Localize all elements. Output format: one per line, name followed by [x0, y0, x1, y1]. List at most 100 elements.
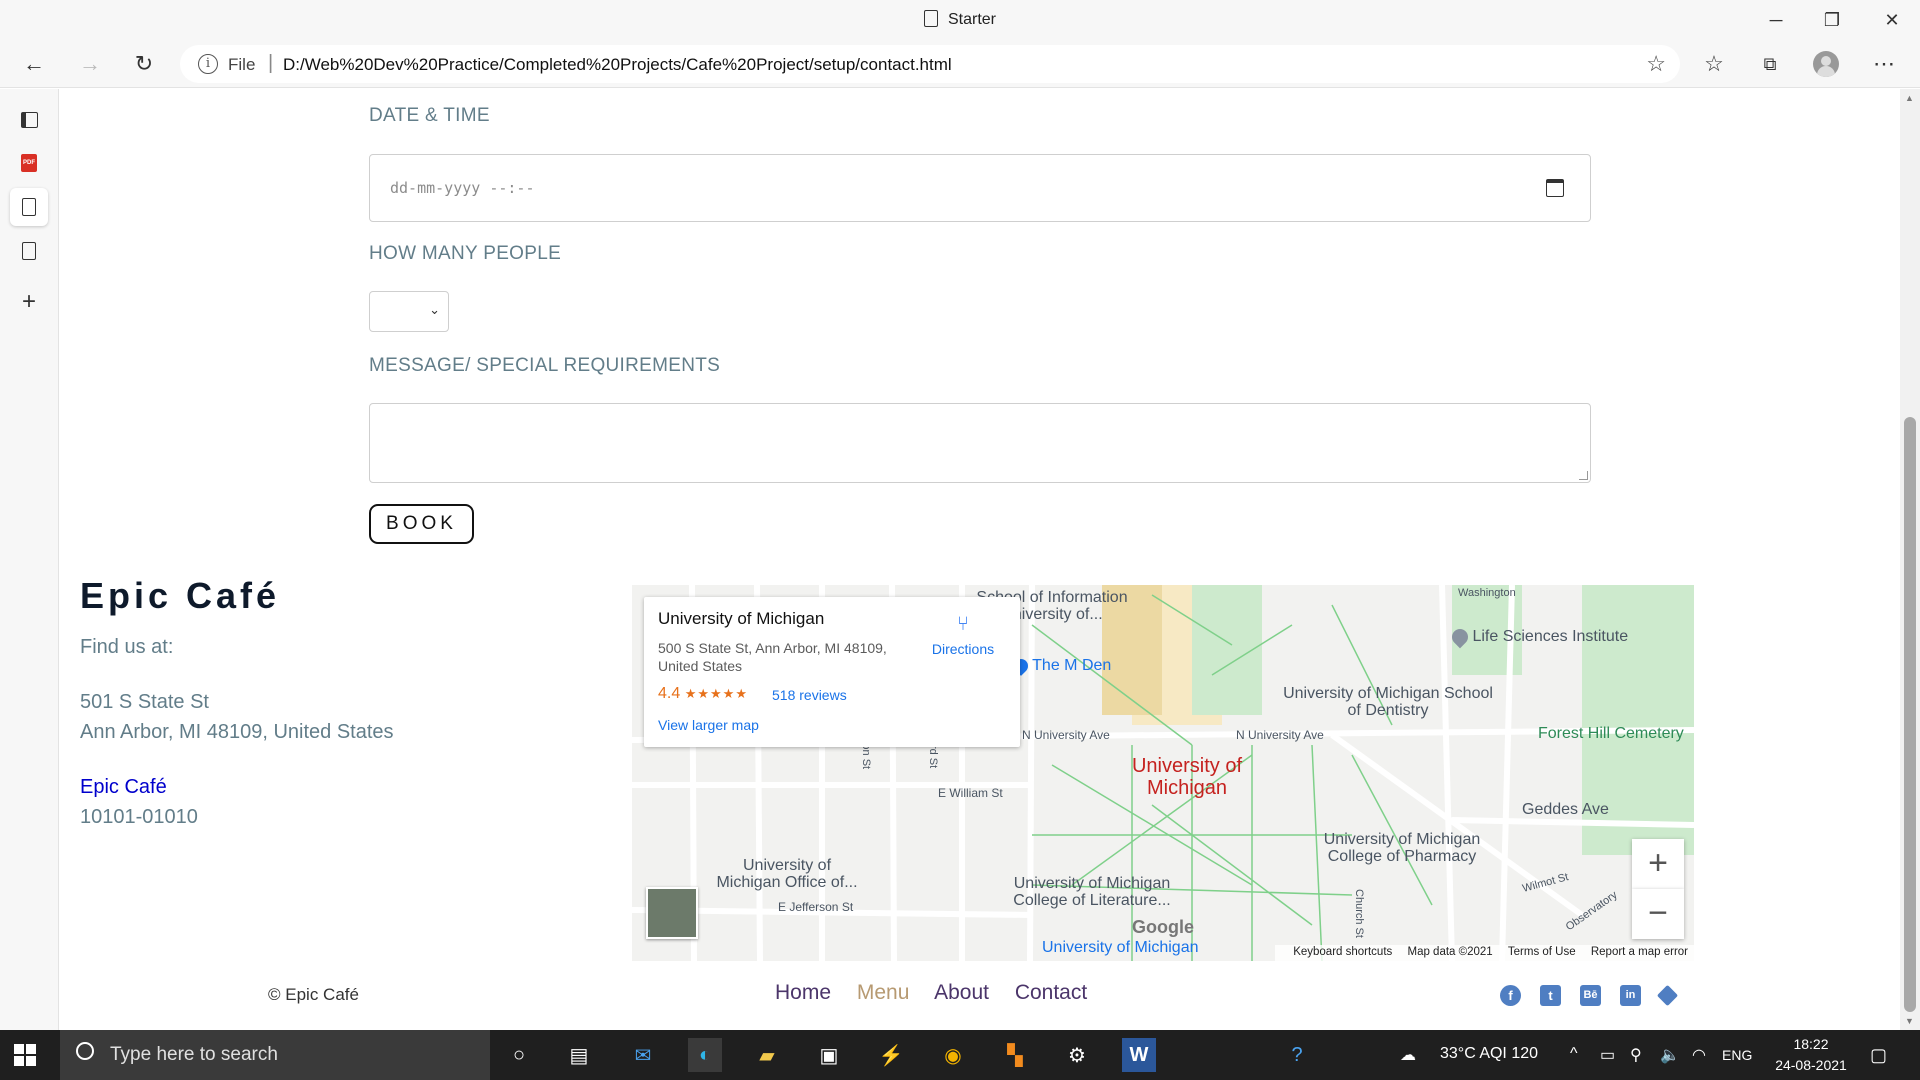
- battery-icon[interactable]: ▭: [1600, 1045, 1615, 1065]
- mail-icon[interactable]: ✉: [626, 1038, 660, 1072]
- message-textarea[interactable]: [369, 403, 1591, 483]
- scheme-label: File: [228, 55, 256, 74]
- map-label-m-den: The M Den: [1011, 655, 1111, 676]
- close-window-button[interactable]: ✕: [1864, 0, 1920, 40]
- profile-button[interactable]: [1808, 48, 1844, 80]
- network-icon[interactable]: ◠: [1692, 1045, 1706, 1065]
- calendar-icon[interactable]: [1546, 179, 1564, 197]
- scroll-down-arrow[interactable]: ▼: [1905, 1016, 1914, 1026]
- forward-button[interactable]: →: [72, 48, 108, 80]
- avatar: [1813, 51, 1839, 77]
- tab-pdf[interactable]: PDF: [10, 144, 48, 182]
- weather-text[interactable]: 33°C AQI 120: [1440, 1045, 1538, 1063]
- keyboard-shortcuts-link[interactable]: Keyboard shortcuts: [1293, 946, 1392, 958]
- map-label-pharmacy: University of Michigan College of Pharma…: [1323, 831, 1481, 865]
- clock-time: 18:22: [1793, 1036, 1829, 1052]
- collections-icon[interactable]: ⧉: [1752, 48, 1788, 80]
- tray-chevron-icon[interactable]: ^: [1570, 1045, 1578, 1063]
- pdf-icon: PDF: [21, 154, 37, 172]
- address-line-1: 501 S State St: [80, 691, 209, 713]
- map-label-n-university-ave-2: N University Ave: [1236, 728, 1324, 742]
- start-button[interactable]: [14, 1044, 36, 1066]
- people-select[interactable]: ⌄: [369, 291, 449, 332]
- search-icon: [76, 1042, 94, 1060]
- linkedin-icon[interactable]: in: [1620, 985, 1641, 1006]
- refresh-button[interactable]: ↻: [126, 48, 162, 80]
- embedded-map[interactable]: School of Information University of... W…: [632, 585, 1694, 961]
- tab-actions-icon[interactable]: [10, 101, 48, 139]
- twitter-icon[interactable]: t: [1540, 985, 1561, 1006]
- cortana-icon[interactable]: ○: [502, 1038, 536, 1072]
- satellite-toggle[interactable]: [646, 887, 698, 939]
- help-icon[interactable]: ?: [1280, 1038, 1314, 1072]
- page-icon: [22, 242, 36, 260]
- place-info-card: University of Michigan 500 S State St, A…: [644, 597, 1020, 747]
- reviews-link[interactable]: 518 reviews: [772, 687, 847, 703]
- clock-date: 24-08-2021: [1775, 1057, 1847, 1073]
- scroll-thumb[interactable]: [1904, 417, 1916, 1012]
- map-label-forest-hill: Forest Hill Cemetery: [1538, 725, 1684, 742]
- facebook-icon[interactable]: f: [1500, 985, 1521, 1006]
- url-text[interactable]: D:/Web%20Dev%20Practice/Completed%20Proj…: [283, 55, 952, 75]
- zoom-in-button[interactable]: +: [1632, 839, 1684, 889]
- resize-handle[interactable]: [1579, 471, 1588, 480]
- map-label-university-main: University of Michigan: [1131, 755, 1243, 799]
- map-label-life-sciences: Life Sciences Institute: [1448, 625, 1632, 649]
- back-button[interactable]: ←: [16, 48, 52, 80]
- scroll-up-arrow[interactable]: ▲: [1905, 93, 1914, 103]
- taskbar-search[interactable]: Type here to search: [60, 1030, 490, 1080]
- word-icon[interactable]: W: [1122, 1038, 1156, 1072]
- edge-icon[interactable]: ◐: [688, 1038, 722, 1072]
- task-view-icon[interactable]: ▤: [562, 1038, 596, 1072]
- social-links: f t Bē in: [1500, 984, 1679, 1007]
- restore-button[interactable]: ❐: [1804, 0, 1860, 40]
- store-icon[interactable]: ▣: [812, 1038, 846, 1072]
- nav-home[interactable]: Home: [775, 981, 831, 1004]
- map-label-office: University of Michigan Office of...: [716, 857, 858, 891]
- chrome-icon[interactable]: ◉: [936, 1038, 970, 1072]
- page-scrollbar[interactable]: ▲ ▼: [1900, 89, 1920, 1030]
- map-label-washington: Washington: [1458, 587, 1516, 599]
- file-explorer-icon[interactable]: ▰: [750, 1038, 784, 1072]
- nav-menu[interactable]: Menu: [857, 981, 910, 1004]
- diamond-icon[interactable]: [1656, 984, 1679, 1007]
- report-error-link[interactable]: Report a map error: [1591, 946, 1688, 958]
- vscode-icon[interactable]: ⚡: [874, 1038, 908, 1072]
- sublime-icon[interactable]: ▚: [998, 1038, 1032, 1072]
- nav-contact[interactable]: Contact: [1015, 981, 1087, 1004]
- weather-icon[interactable]: ☁: [1400, 1045, 1416, 1065]
- favorites-icon[interactable]: ☆: [1696, 48, 1732, 80]
- search-placeholder: Type here to search: [110, 1044, 278, 1065]
- directions-button[interactable]: ⑂ Directions: [926, 613, 1000, 657]
- meet-now-icon[interactable]: ⚲: [1630, 1045, 1642, 1065]
- new-tab-button[interactable]: +: [10, 283, 48, 321]
- brand-title: Epic Café: [80, 575, 281, 616]
- zoom-out-button[interactable]: −: [1632, 889, 1684, 939]
- more-menu-icon[interactable]: ⋯: [1866, 48, 1902, 80]
- tab-page[interactable]: [10, 232, 48, 270]
- cafe-link[interactable]: Epic Café: [80, 776, 167, 799]
- minimize-button[interactable]: ─: [1748, 0, 1804, 40]
- notifications-icon[interactable]: ▢: [1870, 1045, 1887, 1066]
- clock[interactable]: 18:22 24-08-2021: [1766, 1034, 1856, 1076]
- volume-icon[interactable]: 🔈: [1660, 1045, 1680, 1065]
- nav-about[interactable]: About: [934, 981, 989, 1004]
- datetime-input[interactable]: dd-mm-yyyy --:--: [369, 154, 1591, 222]
- behance-icon[interactable]: Bē: [1580, 985, 1601, 1006]
- terms-link[interactable]: Terms of Use: [1508, 946, 1576, 958]
- book-button[interactable]: BOOK: [369, 504, 474, 544]
- language-indicator[interactable]: ENG: [1722, 1047, 1752, 1063]
- map-label-n-university-ave: N University Ave: [1022, 728, 1110, 742]
- view-larger-map-link[interactable]: View larger map: [658, 717, 759, 733]
- phone-number: 10101-01010: [80, 806, 198, 828]
- page-icon: [22, 198, 36, 216]
- address-separator: |: [268, 52, 274, 74]
- map-label-university-bottom: University of Michigan: [1042, 939, 1199, 956]
- tab-starter[interactable]: [10, 188, 48, 226]
- add-favorite-icon[interactable]: ☆: [1646, 51, 1666, 77]
- address-bar[interactable]: i File | D:/Web%20Dev%20Practice/Complet…: [180, 45, 1680, 83]
- windows-taskbar: Type here to search ○ ▤ ✉ ◐ ▰ ▣ ⚡ ◉ ▚ ⚙ …: [0, 1030, 1920, 1080]
- footer-nav: Home Menu About Contact: [775, 981, 1107, 1005]
- settings-icon[interactable]: ⚙: [1060, 1038, 1094, 1072]
- info-icon[interactable]: i: [198, 54, 218, 74]
